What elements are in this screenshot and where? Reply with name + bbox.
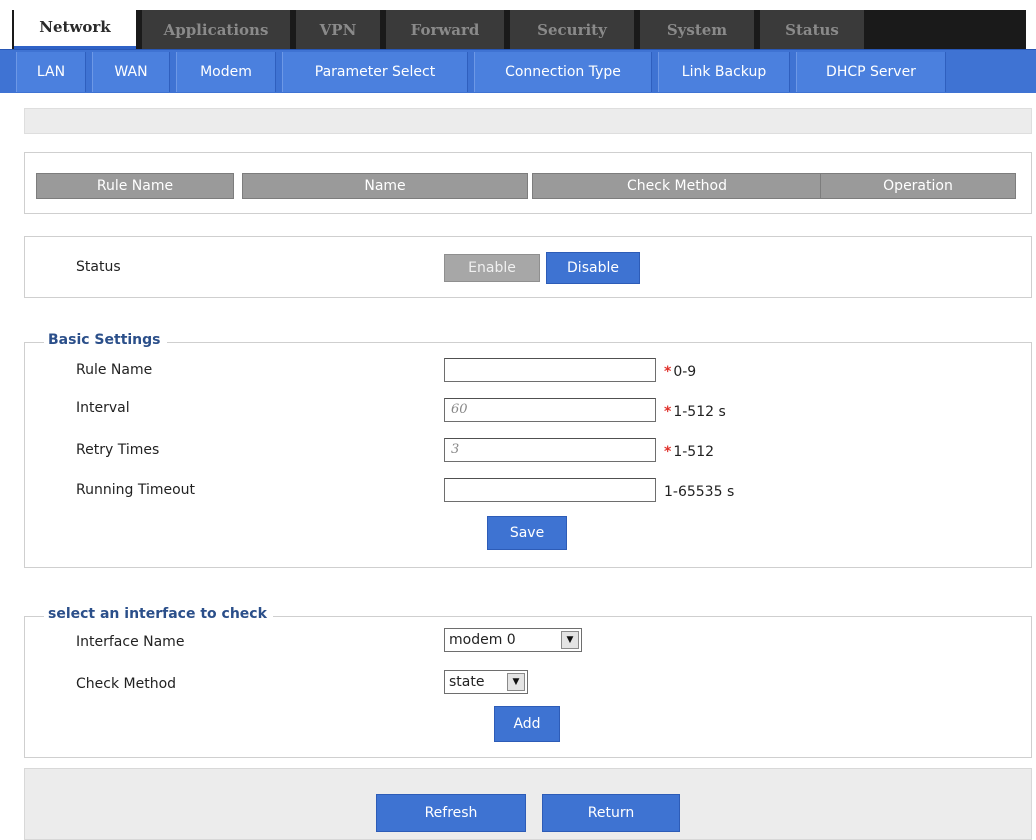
retry-times-range: 1-512 [673,444,715,460]
info-strip [24,108,1032,134]
tab-vpn[interactable]: VPN [296,10,380,49]
interval-range: 1-512 s [673,404,726,420]
rule-name-input[interactable] [444,358,656,382]
rules-table-header: Rule Name Name Check Method Operation [36,173,1016,201]
interface-name-label: Interface Name [76,634,185,650]
subtab-connection-type[interactable]: Connection Type [474,52,652,92]
subtab-wan[interactable]: WAN [92,52,170,92]
check-method-select[interactable]: state ▼ [444,670,528,694]
required-mark: * [664,444,672,460]
status-label: Status [76,259,121,275]
return-button[interactable]: Return [542,794,680,832]
rule-name-label: Rule Name [76,362,153,378]
save-button[interactable]: Save [487,516,567,550]
required-mark: * [664,404,672,420]
tab-system[interactable]: System [640,10,754,49]
check-method-value: state [449,674,485,690]
subtab-link-backup[interactable]: Link Backup [658,52,790,92]
check-method-label: Check Method [76,676,177,692]
interval-input[interactable]: 60 [444,398,656,422]
rule-name-range: 0-9 [673,364,697,380]
tab-forward[interactable]: Forward [386,10,504,49]
column-operation: Operation [820,173,1016,199]
running-timeout-label: Running Timeout [76,482,196,498]
basic-settings-legend: Basic Settings [44,332,167,348]
retry-times-label: Retry Times [76,442,160,458]
disable-button[interactable]: Disable [546,252,640,284]
rule-name-hint: * 0-9 [664,364,696,380]
enable-button[interactable]: Enable [444,254,540,282]
chevron-down-icon[interactable]: ▼ [561,631,579,649]
subtab-dhcp-server[interactable]: DHCP Server [796,52,946,92]
tab-applications[interactable]: Applications [142,10,290,49]
interval-label: Interval [76,400,130,416]
subtab-lan[interactable]: LAN [16,52,86,92]
interface-name-value: modem 0 [449,632,516,648]
column-rule-name: Rule Name [36,173,234,199]
interval-hint: * 1-512 s [664,404,726,420]
running-timeout-input[interactable] [444,478,656,502]
interface-check-legend: select an interface to check [44,606,273,622]
refresh-button[interactable]: Refresh [376,794,526,832]
subtab-modem[interactable]: Modem [176,52,276,92]
running-timeout-hint: 1-65535 s [664,484,735,500]
tab-security[interactable]: Security [510,10,634,49]
footer-bar [24,768,1032,840]
interface-name-select[interactable]: modem 0 ▼ [444,628,582,652]
tab-network[interactable]: Network [14,8,136,49]
subtab-parameter-select[interactable]: Parameter Select [282,52,468,92]
column-check-method: Check Method [532,173,822,199]
tab-status[interactable]: Status [760,10,864,49]
column-name: Name [242,173,528,199]
retry-times-hint: * 1-512 [664,444,714,460]
required-mark: * [664,364,672,380]
retry-times-input[interactable]: 3 [444,438,656,462]
chevron-down-icon[interactable]: ▼ [507,673,525,691]
add-button[interactable]: Add [494,706,560,742]
